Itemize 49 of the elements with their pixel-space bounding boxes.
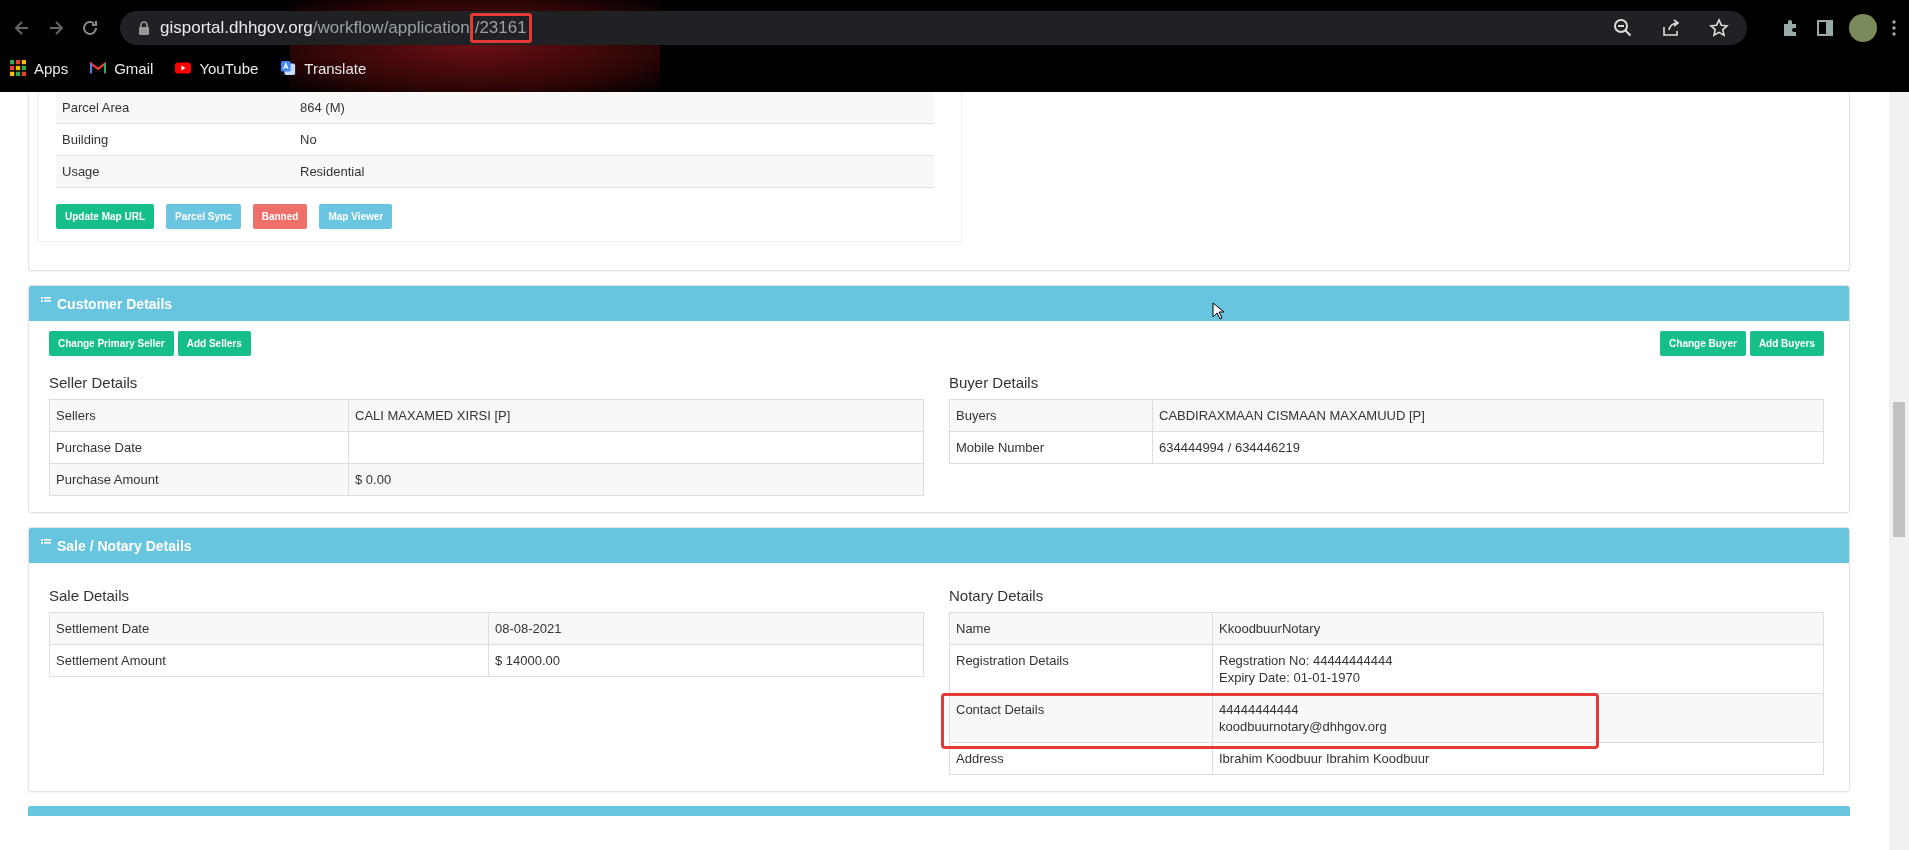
section-title: Seller Details [49, 374, 139, 391]
table-cell-text: 634444994 / 634446219 [1159, 439, 1301, 456]
table-cell: Name [949, 612, 1213, 645]
table-cell-text: 44444444444 [1219, 701, 1300, 718]
table-cell-text: 08-08-2021 [495, 620, 563, 637]
panel-title: Customer Details [57, 295, 173, 312]
table-cell: Settlement Amount [49, 644, 489, 677]
bookmark-link[interactable]: Translate [280, 59, 367, 77]
action-button[interactable]: Add Sellers [177, 331, 251, 356]
table-cell: Address [949, 742, 1213, 775]
table-cell-text: Regstration No: 44444444444 [1219, 652, 1394, 669]
table-cell: Registration Details [949, 644, 1213, 694]
table-cell-text: $ 0.00 [355, 471, 393, 488]
table-cell-text: Ibrahim Koodbuur Ibrahim Koodbuur [1219, 750, 1431, 767]
address-bar[interactable]: gisportal.dhhgov.org/workflow/application /23161 [120, 11, 1747, 45]
table-cell: Buyers [949, 399, 1153, 432]
table-cell: Building [56, 123, 294, 156]
table-cell: Mobile Number [949, 431, 1153, 464]
section-title: Sale Details [49, 587, 131, 604]
table-cell: Purchase Date [49, 431, 349, 464]
table-cell-text: CALI MAXAMED XIRSI [P] [355, 407, 512, 424]
table-cell-text: CABDIRAXMAAN CISMAAN MAXAMUUD [P] [1159, 407, 1426, 424]
bookmark-link[interactable]: YouTube [175, 59, 259, 77]
panel-title: Sale / Notary Details [57, 537, 192, 554]
action-button[interactable]: Parcel Sync [166, 204, 241, 229]
bookmark-link[interactable]: Apps [10, 59, 69, 77]
action-button[interactable]: Change Primary Seller [49, 331, 174, 356]
url-text: gisportal.dhhgov.org/workflow/application [160, 18, 470, 38]
action-button[interactable]: Change Buyer [1660, 331, 1746, 356]
action-button[interactable]: Add Buyers [1749, 331, 1824, 356]
table-cell: Residential [294, 155, 934, 188]
table-cell: Sellers [49, 399, 349, 432]
table-cell: No [294, 123, 934, 156]
url-highlight: /23161 [469, 13, 532, 43]
action-button[interactable]: Update Map URL [56, 204, 154, 229]
table-cell: Usage [56, 155, 294, 188]
table-cell-text: $ 14000.00 [495, 652, 562, 669]
action-button[interactable]: Map Viewer [319, 204, 393, 229]
bookmark-link[interactable]: Gmail [90, 59, 154, 77]
action-button[interactable]: Banned [252, 204, 308, 229]
section-title: Notary Details [949, 587, 1045, 604]
table-cell-text: koodbuurnotary@dhhgov.org [1219, 718, 1388, 735]
table-cell: Settlement Date [49, 612, 489, 645]
section-title: Buyer Details [949, 374, 1040, 391]
table-cell: Purchase Amount [49, 463, 349, 496]
table-cell: Parcel Area [56, 92, 294, 124]
table-cell: 864 (M) [294, 92, 934, 124]
table-cell-text: Expiry Date: 01-01-1970 [1219, 669, 1361, 686]
table-cell-text: KkoodbuurNotary [1219, 620, 1322, 637]
